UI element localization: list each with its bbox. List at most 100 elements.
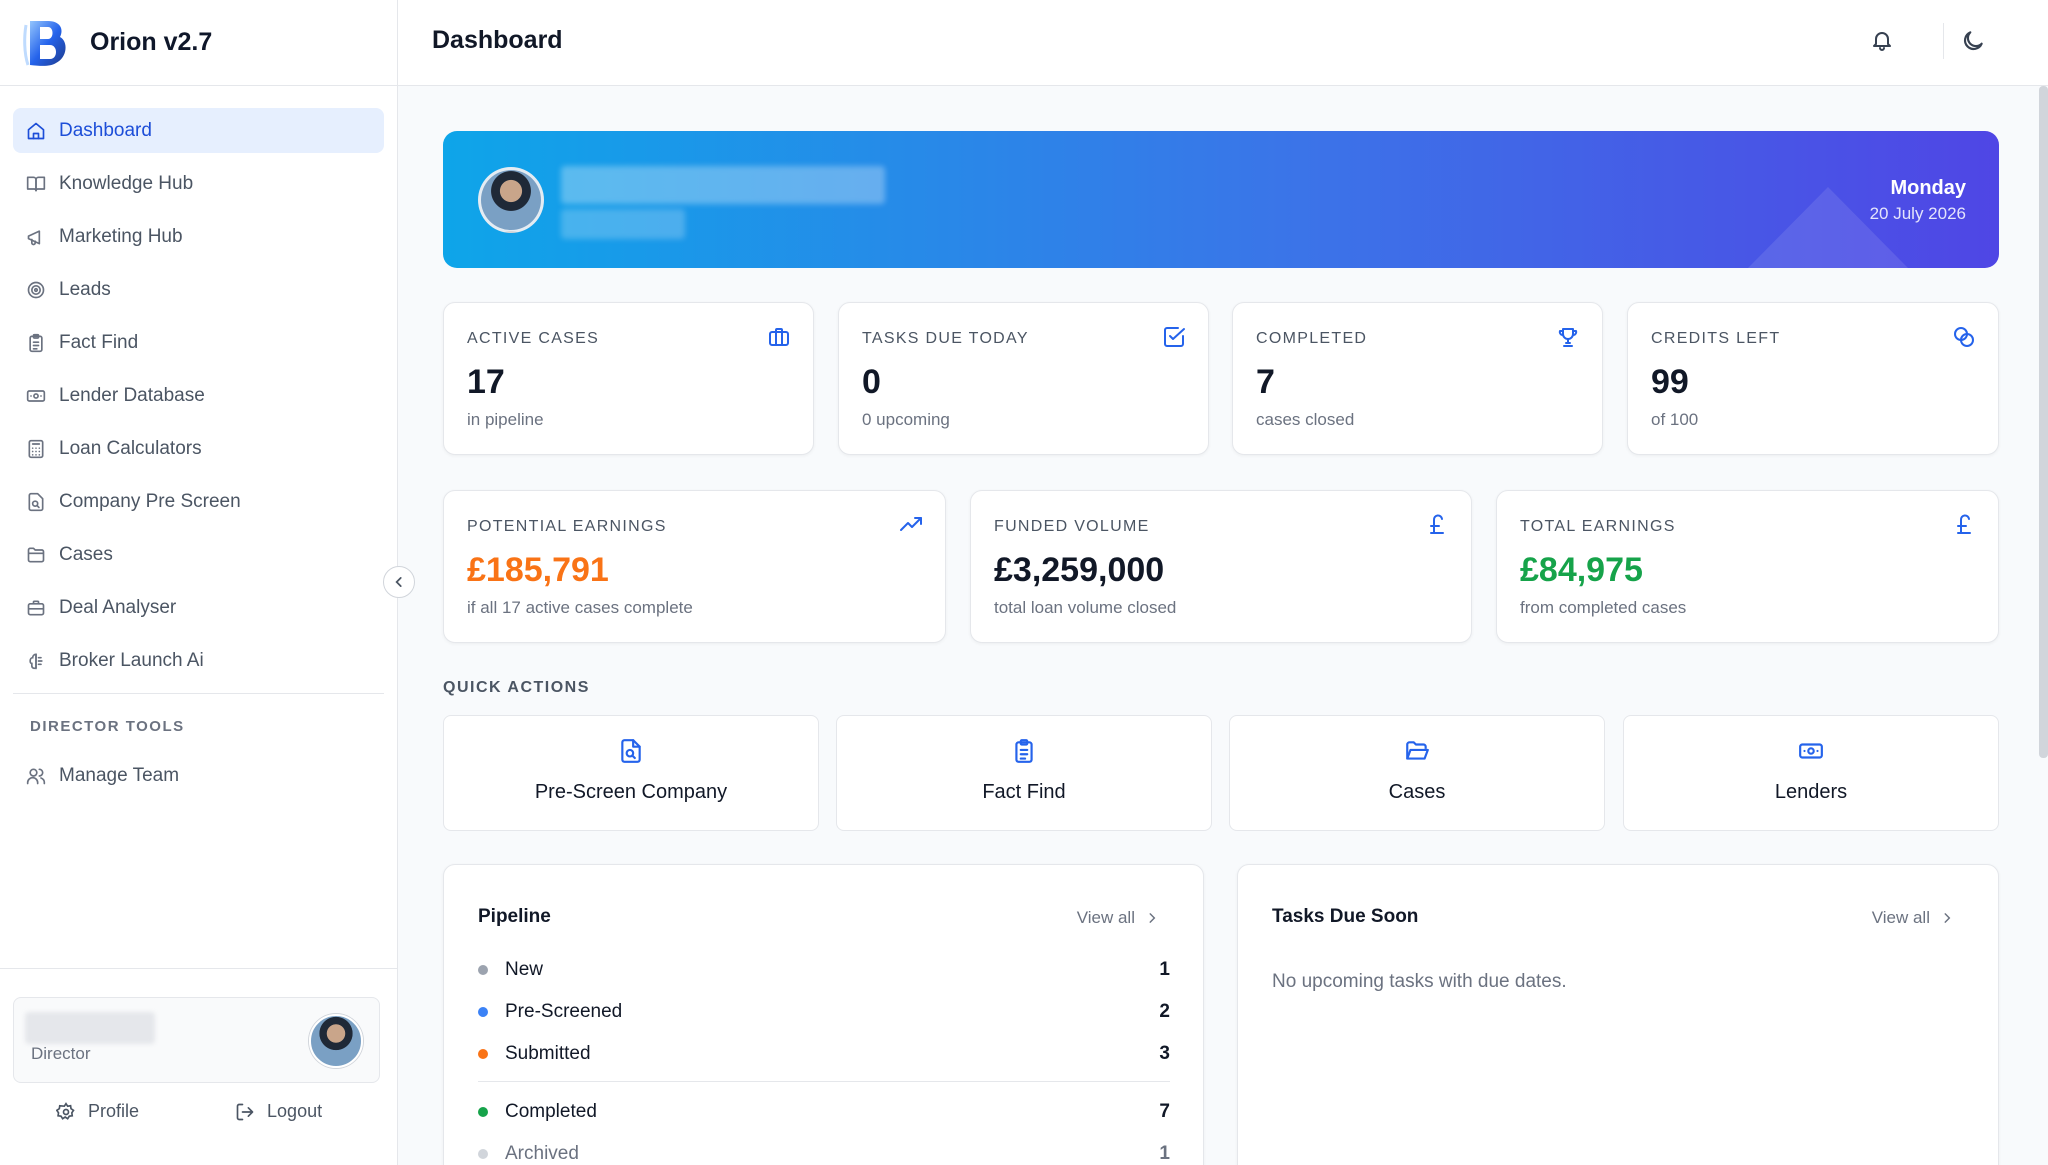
status-dot [478,965,488,975]
quick-action-pre-screen-company[interactable]: Pre-Screen Company [443,715,819,831]
page-title: Dashboard [432,26,563,54]
pipeline-row-submitted[interactable]: Submitted 3 [478,1039,1170,1069]
quick-action-label: Lenders [1774,781,1848,803]
sidebar-item-loan-calculators[interactable]: Loan Calculators [13,426,384,471]
welcome-date: 20 July 2026 [1869,204,1966,223]
stat-sub: cases closed [1256,410,1355,429]
chevron-left-icon [395,577,402,587]
brand: Orion v2.7 [0,0,397,86]
stat-label: POTENTIAL EARNINGS [467,518,667,535]
stat-card-credits-left[interactable]: CREDITS LEFT 99 of 100 [1627,302,1999,455]
stat-value: 99 [1651,363,1689,401]
status-dot [478,1049,488,1059]
user-card[interactable]: Director [13,997,380,1083]
stat-card-total-earnings[interactable]: TOTAL EARNINGS £84,975 from completed ca… [1496,490,1999,643]
pipeline-row-new[interactable]: New 1 [478,955,1170,985]
sidebar-nav: Dashboard Knowledge Hub Marketing Hub Le… [0,86,397,798]
view-all-label: View all [1871,908,1930,927]
pipeline-row-label: Pre-Screened [505,1001,623,1022]
quick-action-label: Pre-Screen Company [534,781,728,803]
pipeline-panel: Pipeline View all New 1 Pre-Screened 2 S… [443,864,1204,1165]
user-name-redacted [25,1012,155,1044]
logout-label: Logout [267,1101,323,1121]
banknote-icon [25,385,47,407]
sidebar-footer: Director Profile Logout [0,968,397,1165]
pound-icon [1430,514,1444,534]
greeting-redacted [561,166,885,204]
sidebar-item-leads[interactable]: Leads [13,267,384,312]
stat-value: £3,259,000 [994,551,1165,589]
stat-card-tasks-due-today[interactable]: TASKS DUE TODAY 0 0 upcoming [838,302,1209,455]
stat-sub: in pipeline [467,410,544,429]
pipeline-row-count: 1 [1159,1143,1170,1164]
quick-action-lenders[interactable]: Lenders [1623,715,1999,831]
user-role: Director [31,1044,91,1063]
stat-label: CREDITS LEFT [1651,330,1781,347]
trophy-icon [1558,328,1578,347]
logout-button[interactable]: Logout [235,1101,322,1122]
folder-open-icon [1406,741,1429,760]
stat-sub: of 100 [1651,410,1699,429]
scrollbar[interactable] [2039,86,2048,758]
stat-card-completed[interactable]: COMPLETED 7 cases closed [1232,302,1603,455]
quick-action-label: Fact Find [982,781,1066,803]
file-search-icon [621,739,641,763]
stat-card-active-cases[interactable]: ACTIVE CASES 17 in pipeline [443,302,814,455]
megaphone-icon [25,226,47,248]
briefcase-icon [769,328,789,346]
pipeline-row-count: 1 [1159,959,1170,980]
stat-sub: total loan volume closed [994,598,1177,617]
pipeline-divider [478,1081,1170,1082]
quick-action-cases[interactable]: Cases [1229,715,1605,831]
stat-label: FUNDED VOLUME [994,518,1150,535]
profile-button[interactable]: Profile [56,1101,139,1122]
tasks-empty-message: No upcoming tasks with due dates. [1272,971,1567,992]
check-square-icon [1164,327,1185,347]
pound-icon [1957,514,1971,534]
folder-icon [25,544,47,566]
sidebar-item-lender-database[interactable]: Lender Database [13,373,384,418]
pipeline-row-pre-screened[interactable]: Pre-Screened 2 [478,997,1170,1027]
sidebar-item-broker-launch-ai[interactable]: Broker Launch Ai [13,638,384,683]
brain-icon [25,650,47,672]
nav-section-title: DIRECTOR TOOLS [30,718,185,735]
pipeline-row-archived[interactable]: Archived 1 [478,1139,1170,1165]
stat-sub: if all 17 active cases complete [467,598,693,617]
banknote-icon [1799,743,1823,759]
stat-value: 17 [467,363,505,401]
bell-icon[interactable] [1870,28,1894,52]
sidebar-item-dashboard[interactable]: Dashboard [13,108,384,153]
coins-icon [1954,327,1974,347]
sidebar-item-label: Leads [59,278,111,300]
sidebar: Orion v2.7 Dashboard Knowledge Hub Marke… [0,0,398,1165]
sidebar-item-fact-find[interactable]: Fact Find [13,320,384,365]
users-icon [25,765,47,787]
pipeline-row-completed[interactable]: Completed 7 [478,1097,1170,1127]
sidebar-item-label: Knowledge Hub [59,172,194,194]
moon-icon[interactable] [1960,28,1986,54]
trending-up-icon [900,517,922,531]
sidebar-item-label: Manage Team [59,764,180,786]
sidebar-item-knowledge-hub[interactable]: Knowledge Hub [13,161,384,206]
collapse-sidebar-button[interactable] [383,566,415,598]
avatar [478,167,544,233]
sidebar-item-marketing-hub[interactable]: Marketing Hub [13,214,384,259]
quick-action-fact-find[interactable]: Fact Find [836,715,1212,831]
sidebar-item-label: Loan Calculators [59,437,202,459]
tasks-view-all-link[interactable]: View all [1872,908,1954,928]
sidebar-item-label: Broker Launch Ai [59,649,204,671]
stat-card-funded-volume[interactable]: FUNDED VOLUME £3,259,000 total loan volu… [970,490,1472,643]
sidebar-item-company-pre-screen[interactable]: Company Pre Screen [13,479,384,524]
sidebar-item-deal-analyser[interactable]: Deal Analyser [13,585,384,630]
sidebar-item-manage-team[interactable]: Manage Team [13,753,384,798]
sidebar-item-label: Cases [59,543,113,565]
stat-card-potential-earnings[interactable]: POTENTIAL EARNINGS £185,791 if all 17 ac… [443,490,946,643]
stat-label: COMPLETED [1256,330,1368,347]
pipeline-row-label: Submitted [505,1043,591,1064]
sidebar-item-cases[interactable]: Cases [13,532,384,577]
sidebar-item-label: Company Pre Screen [59,490,241,512]
stat-label: TASKS DUE TODAY [862,330,1029,347]
pipeline-view-all-link[interactable]: View all [1077,908,1159,928]
clipboard-icon [25,332,47,354]
stat-value: £185,791 [467,551,609,589]
